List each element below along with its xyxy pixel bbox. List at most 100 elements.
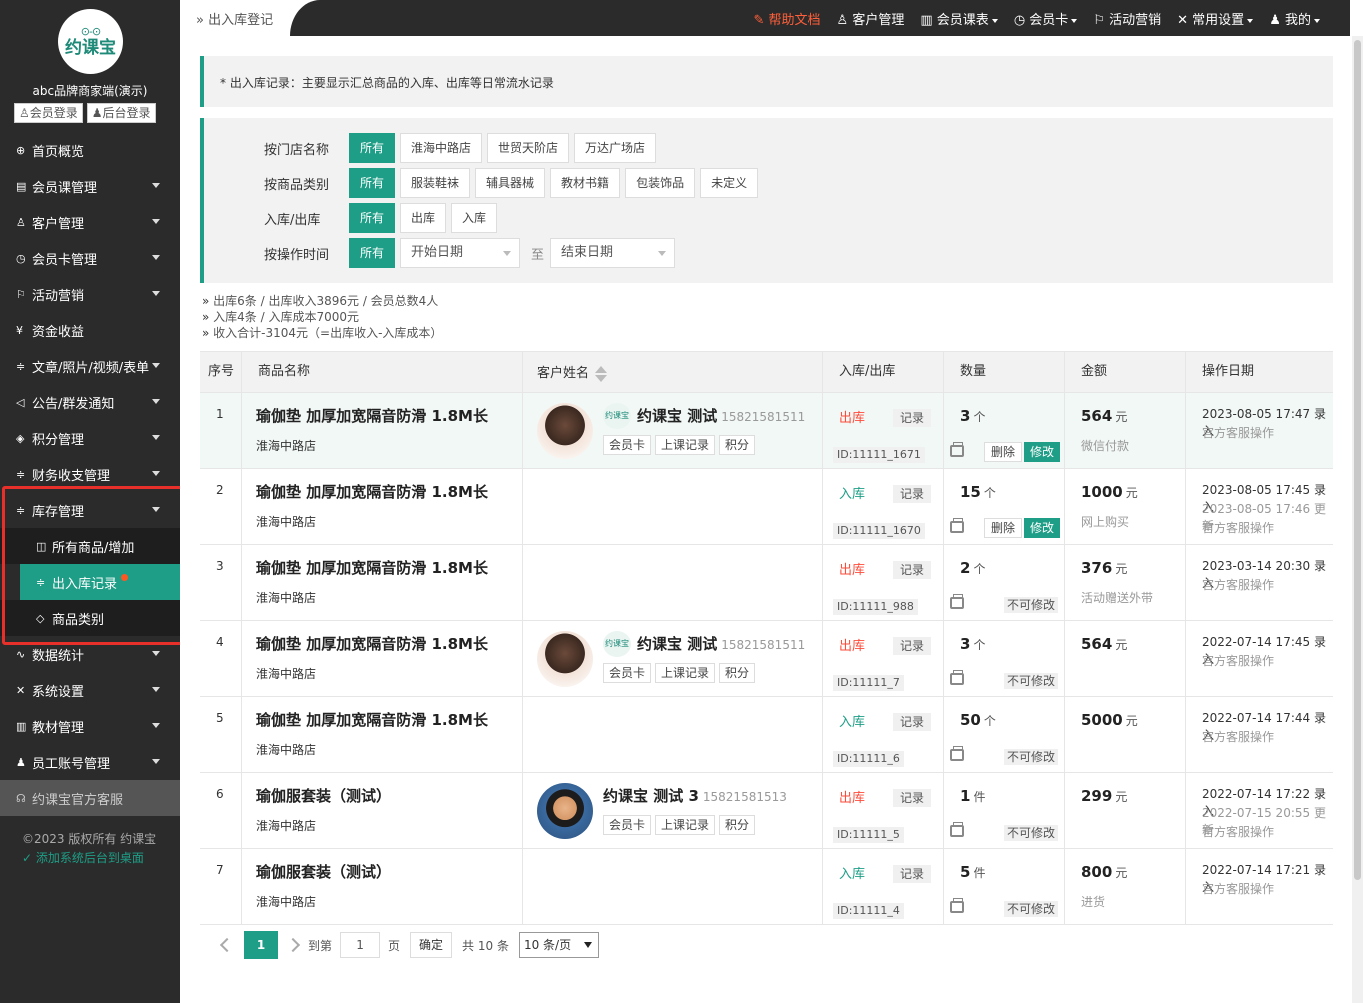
column-header[interactable]: 客户姓名 <box>523 352 823 392</box>
filter-chip[interactable]: 所有 <box>349 203 396 233</box>
delete-button[interactable]: 删除 <box>984 518 1023 538</box>
member-login-button[interactable]: ♙会员登录 <box>14 103 83 123</box>
delete-button[interactable]: 删除 <box>984 442 1023 462</box>
highlight-box <box>2 486 189 645</box>
customer-tag-button[interactable]: 积分 <box>719 663 756 683</box>
confirm-button[interactable]: 确定 <box>410 932 453 958</box>
customer-tag-button[interactable]: 会员卡 <box>603 435 652 455</box>
io-status: 出库 <box>839 639 866 654</box>
sidebar-item[interactable]: ▤ 会员课管理 <box>0 168 180 204</box>
product-name[interactable]: 瑜伽服套装（测试） <box>256 861 391 882</box>
filter-chip[interactable]: 未定义 <box>700 168 759 198</box>
sidebar-item[interactable]: ¥ 资金收益 <box>0 312 180 348</box>
product-name[interactable]: 瑜伽垫 加厚加宽隔音防滑 1.8M长 <box>256 709 488 730</box>
avatar[interactable] <box>537 631 593 687</box>
add-desktop-link[interactable]: ✓ 添加系统后台到桌面 <box>22 849 156 868</box>
filter-chip[interactable]: 教材书籍 <box>550 168 621 198</box>
page-input[interactable]: 1 <box>340 932 381 958</box>
customer-tag-button[interactable]: 上课记录 <box>655 435 716 455</box>
start-date-input[interactable]: 开始日期 <box>400 238 521 268</box>
admin-login-button[interactable]: ♟后台登录 <box>86 103 156 123</box>
product-name[interactable]: 瑜伽垫 加厚加宽隔音防滑 1.8M长 <box>256 481 488 502</box>
avatar[interactable] <box>537 403 593 459</box>
top-nav-item[interactable]: ♟ 我的 <box>1269 9 1320 28</box>
record-id: ID:11111_1671 <box>833 447 925 463</box>
print-icon[interactable] <box>950 898 964 913</box>
customer-name[interactable]: 约课宝 测试 15821581511 <box>637 405 805 426</box>
filter-chip[interactable]: 世贸天阶店 <box>487 133 570 163</box>
customer-tag-button[interactable]: 积分 <box>719 815 756 835</box>
sidebar-item[interactable]: ▥ 教材管理 <box>0 708 180 744</box>
sidebar-item-service[interactable]: ☊ 约课宝官方客服 <box>0 780 180 816</box>
sidebar-item[interactable]: ⊕ 首页概览 <box>0 132 180 168</box>
sidebar-item[interactable]: ◈ 积分管理 <box>0 420 180 456</box>
print-icon[interactable] <box>950 518 964 533</box>
filter-chip[interactable]: 入库 <box>451 203 498 233</box>
end-date-input[interactable]: 结束日期 <box>550 238 676 268</box>
product-name[interactable]: 瑜伽服套装（测试） <box>256 785 391 806</box>
avatar[interactable] <box>537 783 593 839</box>
prev-page-icon[interactable] <box>219 937 235 953</box>
sidebar-item[interactable]: ✕ 系统设置 <box>0 672 180 708</box>
chevron-down-icon <box>152 435 160 440</box>
record-button[interactable]: 记录 <box>893 789 932 807</box>
sidebar-item[interactable]: ≑ 文章/照片/视频/表单 <box>0 348 180 384</box>
filter-chip[interactable]: 万达广场店 <box>574 133 657 163</box>
record-button[interactable]: 记录 <box>893 485 932 503</box>
next-page-icon[interactable] <box>285 937 301 953</box>
record-button[interactable]: 记录 <box>893 713 932 731</box>
customer-name[interactable]: 约课宝 测试 15821581511 <box>637 633 805 654</box>
cell-io: 入库 记录 ID:11111_6 <box>823 697 944 772</box>
table-row: 1 瑜伽垫 加厚加宽隔音防滑 1.8M长 淮海中路店 约课宝 约课宝 测试 1582158… <box>200 393 1333 469</box>
per-page-select[interactable]: 10 条/页 <box>518 932 599 958</box>
quantity-unit: 个 <box>973 562 986 576</box>
customer-tag-button[interactable]: 会员卡 <box>603 815 652 835</box>
top-nav-item[interactable]: ♙ 客户管理 <box>837 9 905 28</box>
top-nav-item[interactable]: ◷ 会员卡 <box>1014 9 1078 28</box>
filter-chip[interactable]: 辅具器械 <box>475 168 546 198</box>
filter-chip[interactable]: 淮海中路店 <box>400 133 483 163</box>
sort-icon[interactable] <box>595 365 608 382</box>
sidebar-item[interactable]: ♙ 客户管理 <box>0 204 180 240</box>
modify-button[interactable]: 修改 <box>1024 518 1061 538</box>
customer-name-text: 约课宝 测试 3 <box>603 787 699 805</box>
top-nav-item[interactable]: ⚐ 活动营销 <box>1093 9 1161 28</box>
top-nav-item[interactable]: ✕ 常用设置 <box>1177 9 1254 28</box>
filter-chip[interactable]: 服装鞋袜 <box>400 168 471 198</box>
product-name[interactable]: 瑜伽垫 加厚加宽隔音防滑 1.8M长 <box>256 633 488 654</box>
record-button[interactable]: 记录 <box>893 865 932 883</box>
print-icon[interactable] <box>950 594 964 609</box>
io-status: 入库 <box>839 487 866 502</box>
filter-chip[interactable]: 所有 <box>349 168 396 198</box>
print-icon[interactable] <box>950 442 964 457</box>
current-page[interactable]: 1 <box>244 931 278 959</box>
print-icon[interactable] <box>950 670 964 685</box>
sidebar-item[interactable]: ⚐ 活动营销 <box>0 276 180 312</box>
scrollbar[interactable] <box>1352 36 1363 1003</box>
filter-chip[interactable]: 出库 <box>400 203 447 233</box>
brand-logo[interactable]: ⊙-⊙ 约课宝 <box>58 9 123 74</box>
scrollbar-thumb[interactable] <box>1354 40 1361 880</box>
record-button[interactable]: 记录 <box>893 637 932 655</box>
print-icon[interactable] <box>950 746 964 761</box>
time-all-chip[interactable]: 所有 <box>349 238 396 268</box>
record-button[interactable]: 记录 <box>893 561 932 579</box>
customer-tag-button[interactable]: 上课记录 <box>655 815 716 835</box>
customer-name[interactable]: 约课宝 测试 3 15821581513 <box>603 785 787 806</box>
filter-chip[interactable]: 所有 <box>349 133 396 163</box>
sidebar-item[interactable]: ◷ 会员卡管理 <box>0 240 180 276</box>
sidebar-item[interactable]: ◁ 公告/群发通知 <box>0 384 180 420</box>
top-nav-item[interactable]: ✎ 帮助文档 <box>753 9 820 28</box>
print-icon[interactable] <box>950 822 964 837</box>
top-nav-item[interactable]: ▥ 会员课表 <box>920 9 998 28</box>
modify-button[interactable]: 修改 <box>1024 442 1061 462</box>
customer-tag-button[interactable]: 上课记录 <box>655 663 716 683</box>
customer-tag-button[interactable]: 会员卡 <box>603 663 652 683</box>
top-nav-label: 活动营销 <box>1109 13 1162 28</box>
customer-tag-button[interactable]: 积分 <box>719 435 756 455</box>
filter-chip[interactable]: 包装饰品 <box>625 168 696 198</box>
record-button[interactable]: 记录 <box>893 409 932 427</box>
product-name[interactable]: 瑜伽垫 加厚加宽隔音防滑 1.8M长 <box>256 557 488 578</box>
product-name[interactable]: 瑜伽垫 加厚加宽隔音防滑 1.8M长 <box>256 405 488 426</box>
sidebar-item[interactable]: ♟ 员工账号管理 <box>0 744 180 780</box>
